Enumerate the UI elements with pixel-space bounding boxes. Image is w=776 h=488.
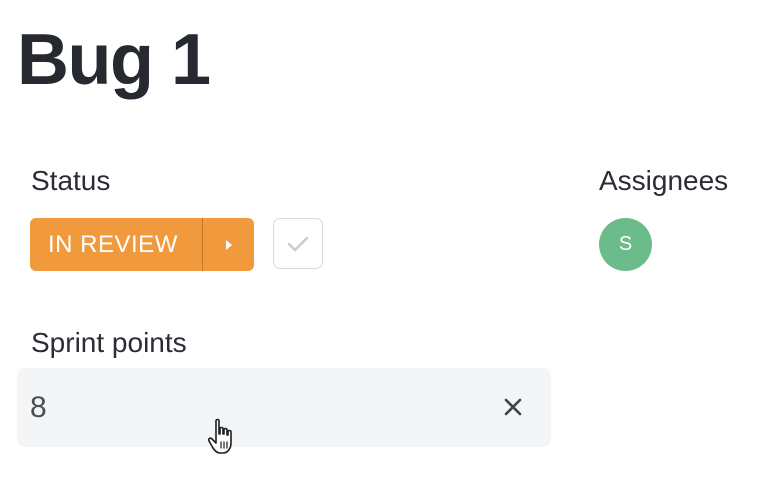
- clear-points-button[interactable]: [501, 395, 525, 419]
- sprint-points-field[interactable]: 8: [17, 368, 551, 447]
- sprint-points-value[interactable]: 8: [30, 390, 47, 426]
- sprint-points-label: Sprint points: [31, 327, 187, 358]
- hand-pointer-cursor: [207, 418, 232, 454]
- assignees-label: Assignees: [599, 165, 729, 196]
- caret-right-icon: [225, 239, 232, 250]
- status-button[interactable]: IN REVIEW: [30, 218, 254, 271]
- status-next-button[interactable]: [203, 218, 254, 271]
- status-value[interactable]: IN REVIEW: [30, 218, 202, 271]
- status-label: Status: [31, 165, 111, 196]
- close-icon: [504, 398, 522, 416]
- check-icon: [287, 236, 309, 251]
- task-title[interactable]: Bug 1: [17, 18, 211, 102]
- avatar[interactable]: S: [599, 218, 652, 271]
- task-detail-panel: Bug 1 Status IN REVIEW Assignees S Sprin…: [0, 0, 776, 488]
- mark-complete-button[interactable]: [273, 218, 323, 269]
